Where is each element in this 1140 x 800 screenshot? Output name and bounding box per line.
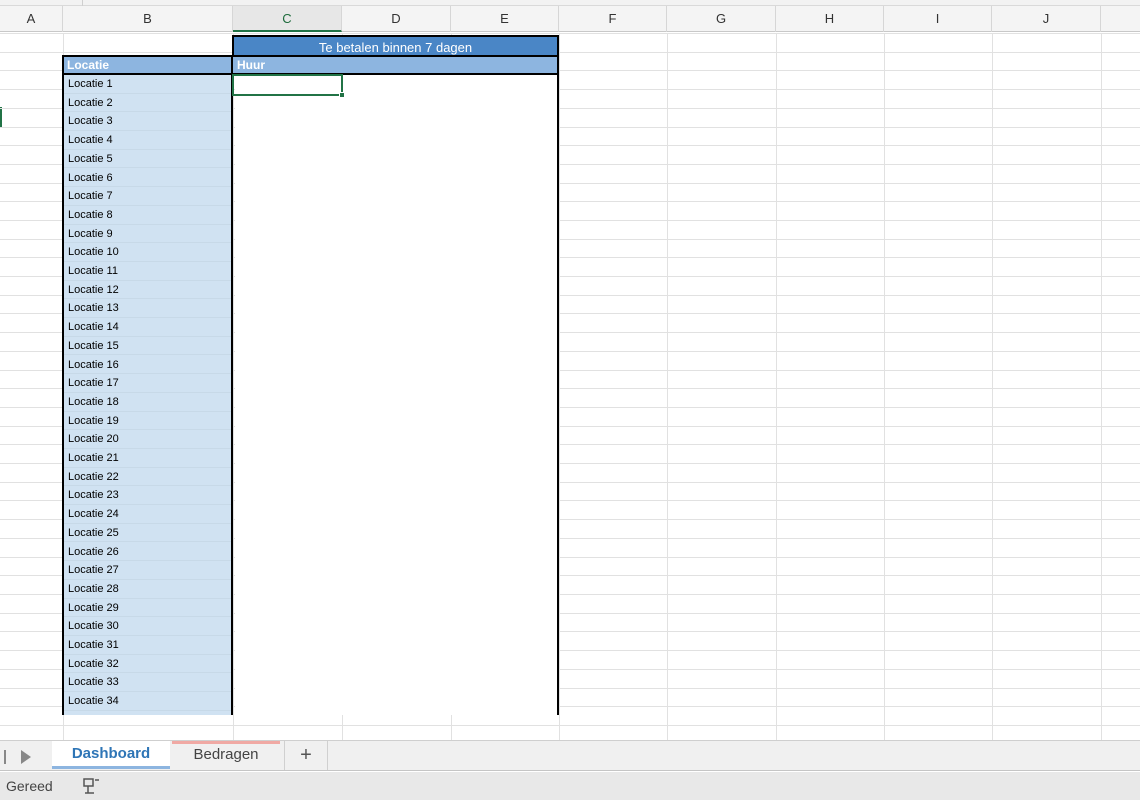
location-cell[interactable]: Locatie 2 <box>64 94 233 113</box>
location-cell[interactable]: Locatie 18 <box>64 393 233 412</box>
column-header-b[interactable]: B <box>63 6 233 32</box>
location-cell[interactable]: Locatie 5 <box>64 150 233 169</box>
location-cell[interactable]: Locatie 29 <box>64 599 233 618</box>
location-cell[interactable]: Locatie 26 <box>64 543 233 562</box>
column-header-i[interactable]: I <box>884 6 992 32</box>
location-cell[interactable]: Locatie 23 <box>64 486 233 506</box>
macro-record-icon[interactable] <box>82 777 102 795</box>
location-cell[interactable]: Locatie 34 <box>64 692 233 711</box>
location-cell[interactable]: Locatie 30 <box>64 617 233 636</box>
location-cell[interactable]: Locatie 10 <box>64 243 233 262</box>
column-header-h[interactable]: H <box>776 6 884 32</box>
location-cell[interactable]: Locatie 14 <box>64 318 233 337</box>
fill-handle[interactable] <box>339 92 345 98</box>
location-cell[interactable]: Locatie 16 <box>64 356 233 375</box>
location-cell[interactable]: Locatie 6 <box>64 169 233 188</box>
location-cell[interactable]: Locatie 9 <box>64 225 233 244</box>
header-rent[interactable]: Huur <box>235 57 265 73</box>
selected-cell[interactable] <box>232 74 345 98</box>
table-title[interactable]: Te betalen binnen 7 dagen <box>232 35 559 55</box>
sheet-tab-bar: Dashboard Bedragen + <box>0 740 1140 771</box>
location-cell[interactable]: Locatie 20 <box>64 430 233 449</box>
location-cell[interactable]: Locatie 17 <box>64 374 233 393</box>
location-cell[interactable]: Locatie 4 <box>64 131 233 150</box>
status-text: Gereed <box>6 778 53 794</box>
location-cell[interactable]: Locatie 3 <box>64 112 233 132</box>
location-cell[interactable]: Locatie 21 <box>64 449 233 468</box>
location-cell[interactable]: Locatie 11 <box>64 262 233 281</box>
nav-bar-icon[interactable] <box>4 741 8 772</box>
location-cell[interactable]: Locatie 8 <box>64 206 233 225</box>
column-headers: ABCDEFGHIJ <box>0 6 1140 32</box>
add-sheet-button[interactable]: + <box>284 741 328 770</box>
location-cell[interactable]: Locatie 22 <box>64 468 233 487</box>
location-cell[interactable]: Locatie 19 <box>64 412 233 431</box>
location-cell[interactable]: Locatie 24 <box>64 505 233 524</box>
active-row-marker <box>0 107 2 127</box>
column-header-a[interactable]: A <box>0 6 63 32</box>
table-body[interactable]: Locatie 1 Locatie 2 Locatie 3 Locatie 4 Loca… <box>62 75 559 715</box>
location-column[interactable]: Locatie 1 Locatie 2 Locatie 3 Locatie 4 Loca… <box>64 75 233 715</box>
location-cell[interactable]: Locatie 13 <box>64 299 233 319</box>
location-cell[interactable]: Locatie 25 <box>64 524 233 543</box>
tab-dashboard[interactable]: Dashboard <box>52 741 170 769</box>
tab-bedragen[interactable]: Bedragen <box>172 741 280 769</box>
column-header-c[interactable]: C <box>233 6 342 32</box>
column-header-j[interactable]: J <box>992 6 1101 32</box>
column-header-f[interactable]: F <box>559 6 667 32</box>
column-header-e[interactable]: E <box>451 6 559 32</box>
column-header-g[interactable]: G <box>667 6 776 32</box>
table-header-row[interactable]: Locatie Huur <box>62 55 559 75</box>
location-cell[interactable]: Locatie 15 <box>64 337 233 356</box>
location-cell[interactable]: Locatie 27 <box>64 561 233 580</box>
location-cell[interactable]: Locatie 1 <box>64 75 233 94</box>
location-cell[interactable]: Locatie 7 <box>64 187 233 206</box>
header-location[interactable]: Locatie <box>64 57 233 73</box>
play-icon[interactable] <box>20 741 32 772</box>
location-cell[interactable]: Locatie 31 <box>64 636 233 655</box>
location-cell[interactable]: Locatie 28 <box>64 580 233 599</box>
location-cell[interactable]: Locatie 33 <box>64 673 233 693</box>
location-cell[interactable]: Locatie 12 <box>64 281 233 300</box>
location-cell[interactable]: Locatie 32 <box>64 655 233 674</box>
column-header-d[interactable]: D <box>342 6 451 32</box>
status-bar: Gereed <box>0 772 1140 800</box>
rent-column[interactable] <box>235 75 557 715</box>
